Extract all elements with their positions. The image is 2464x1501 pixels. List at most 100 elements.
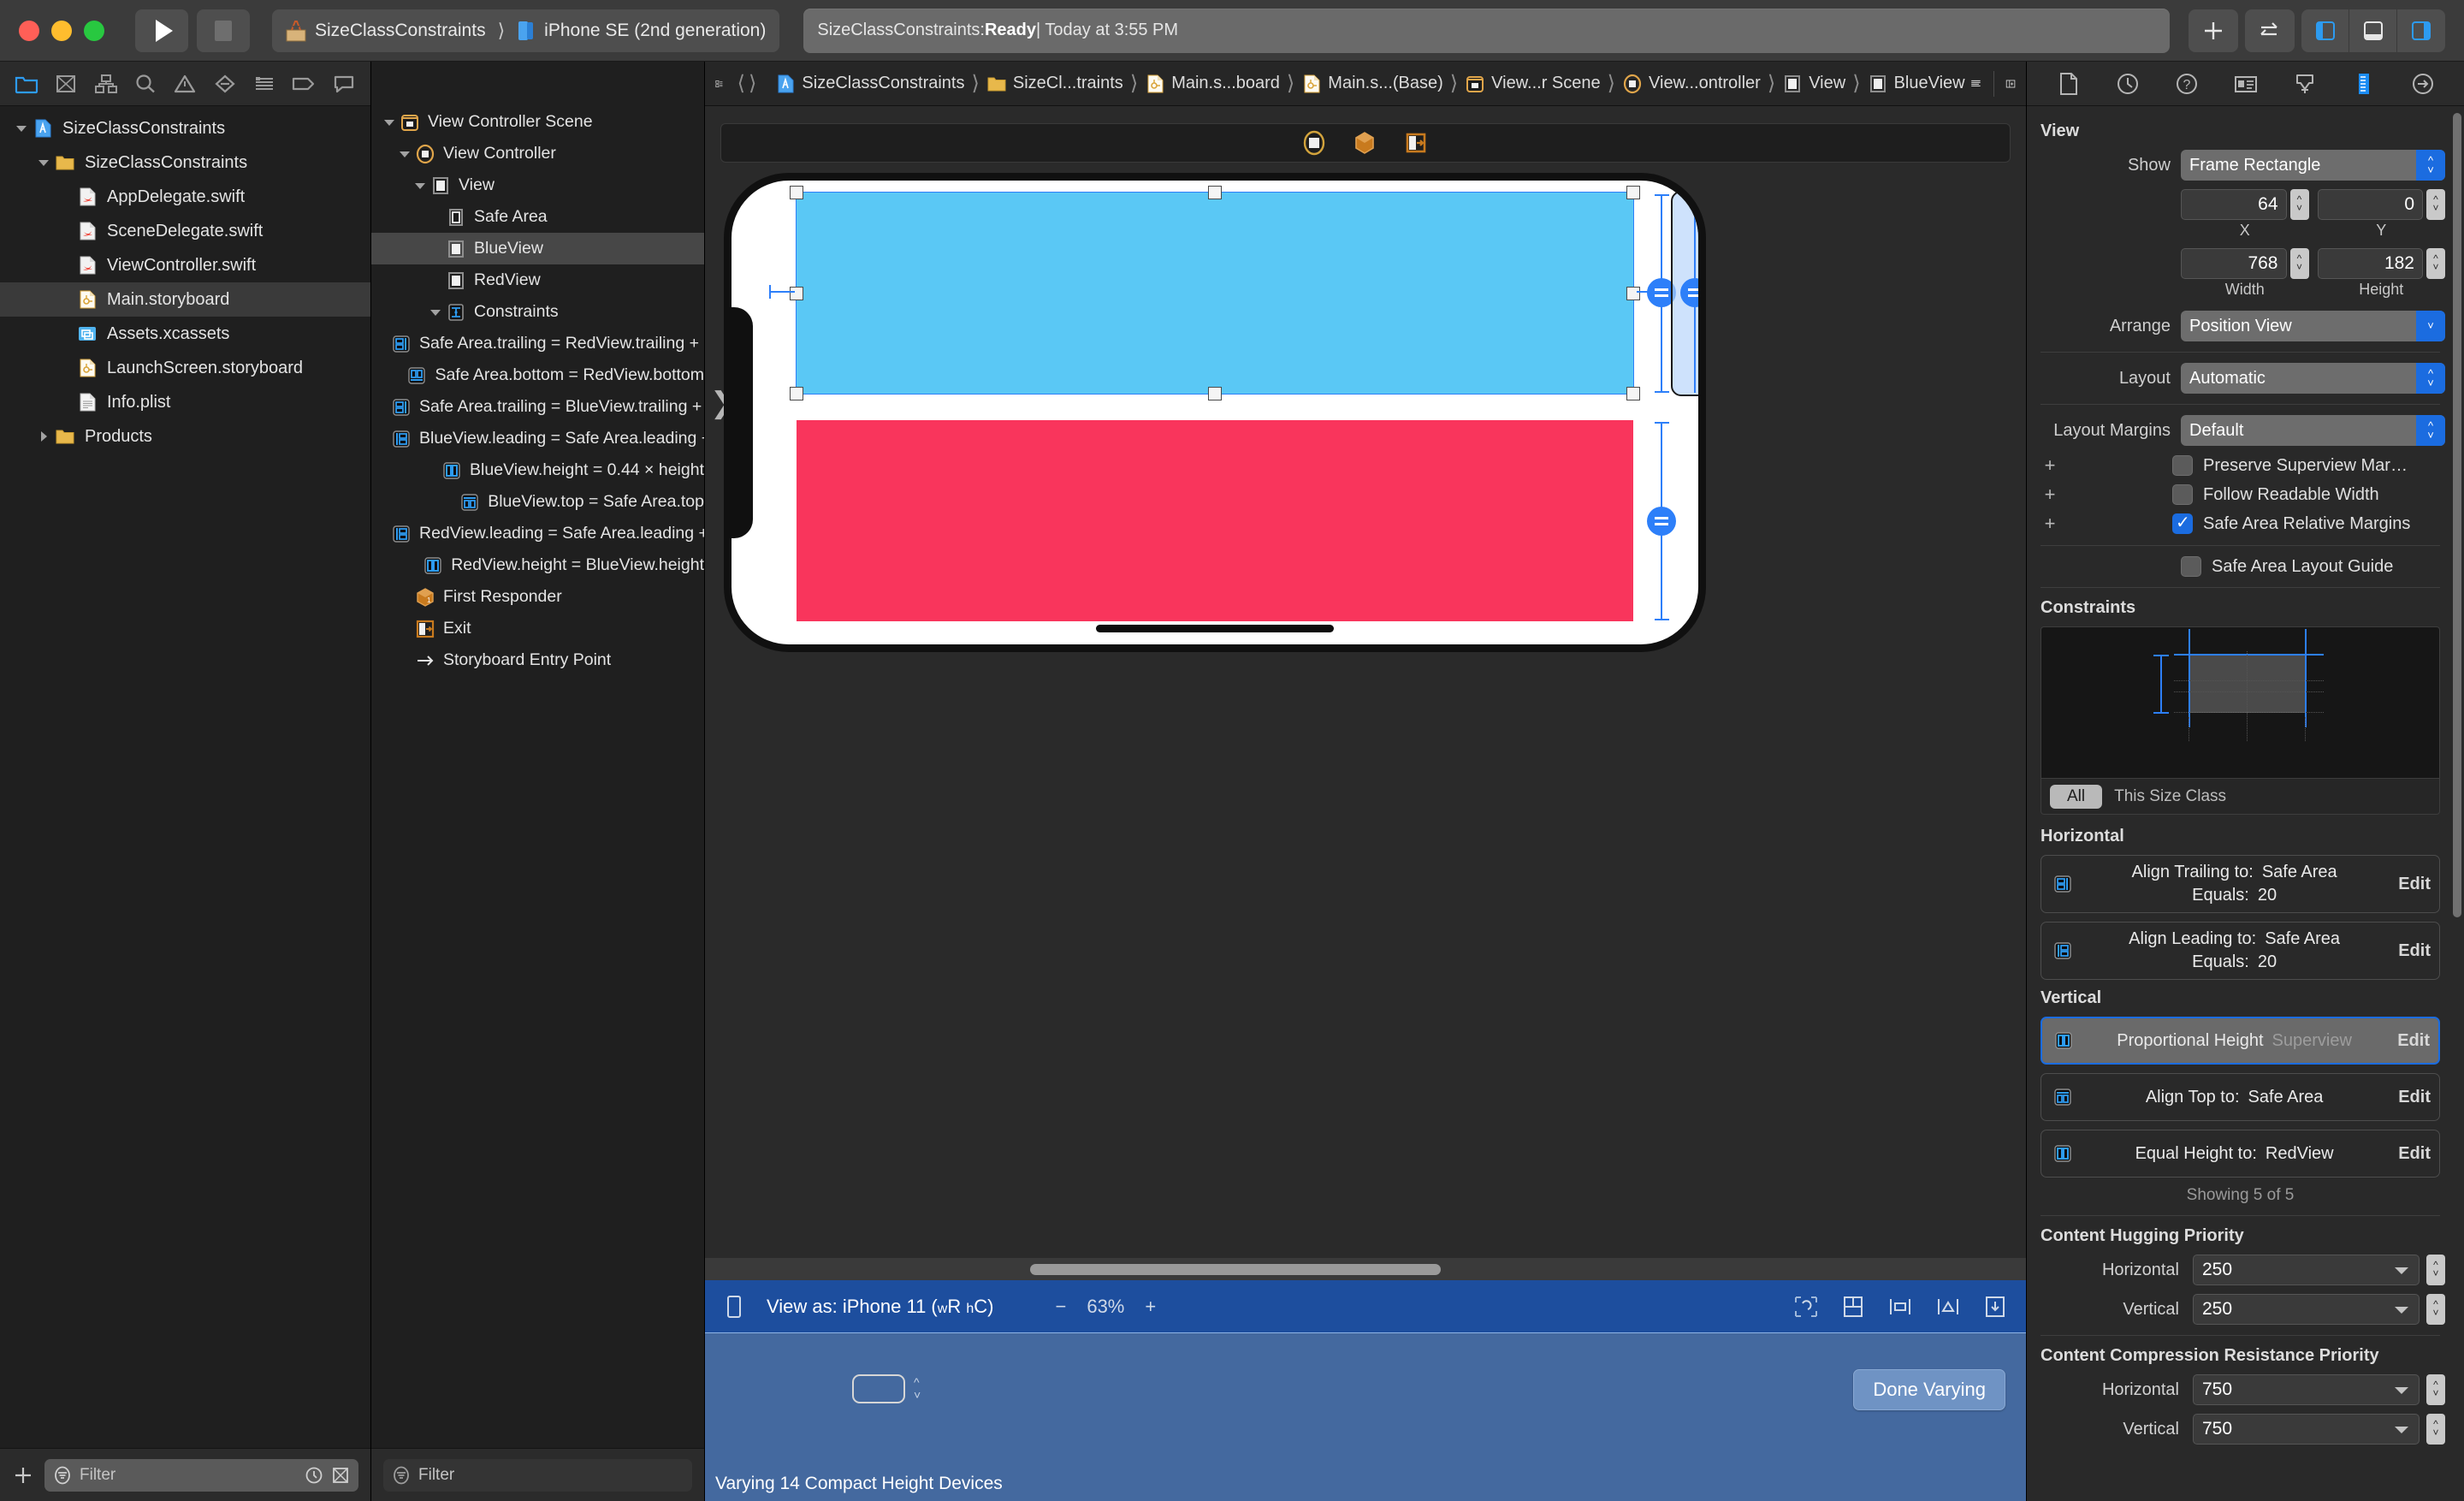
constraint-card[interactable]: Align Leading to: Safe Area Equals: 20 Edit	[2040, 922, 2440, 980]
compression-horizontal-field[interactable]: 750	[2193, 1374, 2420, 1405]
inspector-tab-file[interactable]	[2052, 69, 2086, 98]
disclosure-open-icon[interactable]	[38, 157, 50, 169]
disclosure-closed-icon[interactable]	[38, 430, 50, 442]
navigator-tab-source-control[interactable]	[50, 69, 82, 98]
x-stepper[interactable]: ^ ˅	[2289, 189, 2309, 220]
outline-item[interactable]: BlueView.top = Safe Area.top	[371, 486, 704, 518]
done-varying-button[interactable]: Done Varying	[1853, 1369, 2005, 1410]
canvas-scroll-thumb[interactable]	[1030, 1263, 1441, 1275]
margin-checkbox[interactable]	[2172, 455, 2193, 476]
constraints-filter-all[interactable]: All	[2050, 784, 2103, 809]
disclosure-open-icon[interactable]	[15, 122, 27, 134]
add-variation-button[interactable]: +	[2035, 454, 2064, 477]
toggle-navigator-button[interactable]	[2301, 9, 2349, 52]
navigator-item[interactable]: SizeClassConstraints	[0, 145, 370, 180]
outline-item[interactable]: Safe Area	[371, 201, 704, 233]
layout-margins-select[interactable]: Default ^ ˅	[2181, 415, 2445, 446]
navigator-item[interactable]: LaunchScreen.storyboard	[0, 351, 370, 385]
navigator-tab-tests[interactable]	[209, 69, 241, 98]
outline-item[interactable]: Constraints	[371, 296, 704, 328]
outline-filter-field[interactable]: Filter	[383, 1458, 692, 1492]
disclosure-triangle[interactable]	[411, 180, 429, 192]
red-view-rect[interactable]	[797, 420, 1633, 621]
outline-item[interactable]: Safe Area.trailing = BlueView.trailing +…	[371, 391, 704, 423]
zoom-out-button[interactable]: −	[1055, 1296, 1066, 1318]
hugging-vertical-field[interactable]: 250	[2193, 1294, 2420, 1325]
outline-item[interactable]: RedView.height = BlueView.height	[371, 549, 704, 581]
compression-horizontal-stepper[interactable]: ^ ˅	[2426, 1374, 2445, 1405]
hugging-vertical-stepper[interactable]: ^ ˅	[2426, 1294, 2445, 1325]
navigator-item[interactable]: SizeClassConstraints	[0, 111, 370, 145]
view-as-label[interactable]: View as: iPhone 11 (wR hC)	[767, 1296, 993, 1318]
navigator-tab-project[interactable]	[10, 69, 43, 98]
show-select[interactable]: Frame Rectangle ^ ˅	[2181, 150, 2445, 181]
outline-toggle-icon[interactable]	[1970, 73, 1981, 95]
minimize-window-button[interactable]	[51, 20, 72, 41]
navigator-tab-search[interactable]	[129, 69, 162, 98]
outline-item[interactable]: Exit	[371, 613, 704, 644]
disclosure-triangle[interactable]	[380, 116, 399, 128]
toggle-debug-button[interactable]	[2349, 9, 2397, 52]
equal-height-badge-red[interactable]	[1647, 507, 1676, 536]
outline-item[interactable]: RedView.leading = Safe Area.leading + 20	[371, 518, 704, 549]
width-stepper[interactable]: ^ ˅	[2289, 248, 2309, 279]
source-control-filter-icon[interactable]	[331, 1466, 350, 1485]
outline-item[interactable]: BlueView.leading = Safe Area.leading + 2…	[371, 423, 704, 454]
project-file-tree[interactable]: SizeClassConstraints SizeClassConstraint…	[0, 106, 370, 1448]
navigator-item[interactable]: Products	[0, 419, 370, 454]
outline-item[interactable]: View Controller Scene	[371, 106, 704, 138]
constraint-card[interactable]: Equal Height to: RedView Edit	[2040, 1130, 2440, 1178]
navigator-tab-breakpoints[interactable]	[287, 69, 320, 98]
constraint-edit-button[interactable]: Edit	[2393, 1144, 2431, 1164]
resolve-issues-icon[interactable]	[1983, 1295, 2007, 1319]
inspector-scrollbar[interactable]	[2453, 113, 2461, 1492]
constraint-edit-button[interactable]: Edit	[2392, 1031, 2430, 1051]
disclosure-triangle[interactable]	[12, 122, 31, 134]
hugging-horizontal-stepper[interactable]: ^ ˅	[2426, 1255, 2445, 1285]
navigator-item[interactable]: Main.storyboard	[0, 282, 370, 317]
disclosure-open-icon[interactable]	[383, 116, 395, 128]
constraint-card[interactable]: Align Top to: Safe Area Edit	[2040, 1073, 2440, 1121]
run-button[interactable]	[135, 9, 188, 52]
outline-item[interactable]: BlueView	[371, 233, 704, 264]
stop-button[interactable]	[197, 9, 250, 52]
disclosure-triangle[interactable]	[426, 306, 445, 318]
outline-item[interactable]: 1 First Responder	[371, 581, 704, 613]
disclosure-open-icon[interactable]	[414, 180, 426, 192]
editor-options-button[interactable]	[2245, 9, 2295, 52]
exit-icon[interactable]	[1404, 131, 1428, 155]
inspector-scroll-thumb[interactable]	[2453, 113, 2461, 917]
navigator-filter-field[interactable]: Filter	[44, 1458, 358, 1492]
inspector-tab-quick-help[interactable]: ?	[2170, 69, 2204, 98]
back-button[interactable]: ⟨	[736, 71, 747, 96]
compression-vertical-stepper[interactable]: ^ ˅	[2426, 1414, 2445, 1445]
disclosure-open-icon[interactable]	[429, 306, 441, 318]
layout-select[interactable]: Automatic ^ ˅	[2181, 363, 2445, 394]
scheme-selector[interactable]: SizeClassConstraints ⟩ iPhone SE (2nd ge…	[272, 9, 780, 52]
height-field[interactable]: 182	[2317, 248, 2423, 279]
margin-checkbox-row[interactable]: + Preserve Superview Mar…	[2035, 454, 2445, 477]
breadcrumb-item[interactable]: View...ontroller	[1617, 74, 1766, 94]
related-items-icon[interactable]	[715, 74, 724, 94]
inspector-tab-history[interactable]	[2111, 69, 2145, 98]
breadcrumb-item[interactable]: View...r Scene	[1460, 74, 1605, 94]
breadcrumb-item[interactable]: SizeCl...traints	[981, 74, 1128, 94]
safe-area-guide-row[interactable]: Safe Area Layout Guide	[2181, 556, 2445, 577]
navigator-tab-reports[interactable]	[328, 69, 360, 98]
device-config-icon[interactable]	[724, 1294, 744, 1320]
constraint-edit-button[interactable]: Edit	[2393, 875, 2431, 894]
margin-checkbox[interactable]	[2172, 484, 2193, 505]
breadcrumb-item[interactable]: SizeClassConstraints	[770, 74, 969, 94]
inspector-tab-attributes[interactable]	[2288, 69, 2322, 98]
disclosure-triangle[interactable]	[395, 148, 414, 160]
constraint-edit-button[interactable]: Edit	[2393, 1088, 2431, 1107]
constraint-card[interactable]: Align Trailing to: Safe Area Equals: 20 Edi…	[2040, 855, 2440, 913]
margin-checkbox[interactable]	[2172, 512, 2193, 534]
compression-vertical-field[interactable]: 750	[2193, 1414, 2420, 1445]
constraints-filter-this-size-class[interactable]: This Size Class	[2114, 787, 2226, 806]
embed-in-stack-icon[interactable]	[1841, 1295, 1865, 1319]
constraints-diagram[interactable]	[2040, 626, 2440, 779]
constraint-edit-button[interactable]: Edit	[2393, 941, 2431, 961]
margin-checkbox-row[interactable]: + Safe Area Relative Margins	[2035, 512, 2445, 535]
navigator-tab-symbol[interactable]	[90, 69, 122, 98]
